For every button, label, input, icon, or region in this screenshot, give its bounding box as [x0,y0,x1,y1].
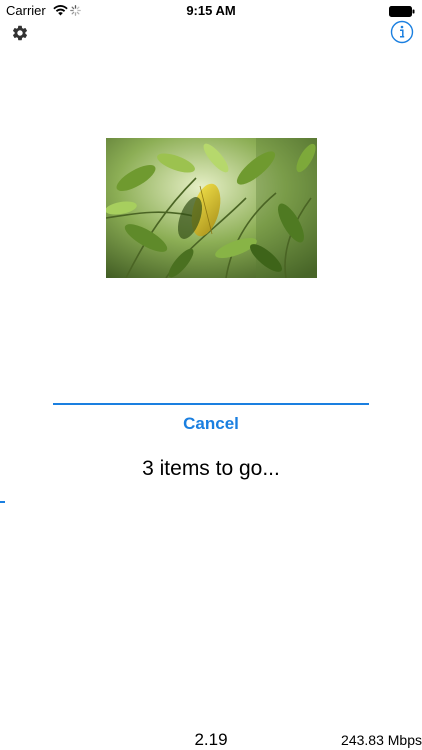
status-bar: Carrier 9:15 AM [0,0,422,22]
leafy-plant-photo [106,138,317,278]
battery-icon [389,5,415,20]
progress-bar-fill [53,403,369,405]
status-time: 9:15 AM [186,3,236,18]
cancel-button[interactable]: Cancel [0,414,422,434]
transfer-speed: 243.83 Mbps [341,732,422,748]
page-indicator [0,501,5,503]
gear-icon [12,25,28,41]
info-circle-icon [390,20,414,44]
info-button[interactable] [390,20,414,44]
settings-button[interactable] [11,24,29,42]
progress-bar [53,403,369,405]
items-remaining-label: 3 items to go... [142,457,280,480]
